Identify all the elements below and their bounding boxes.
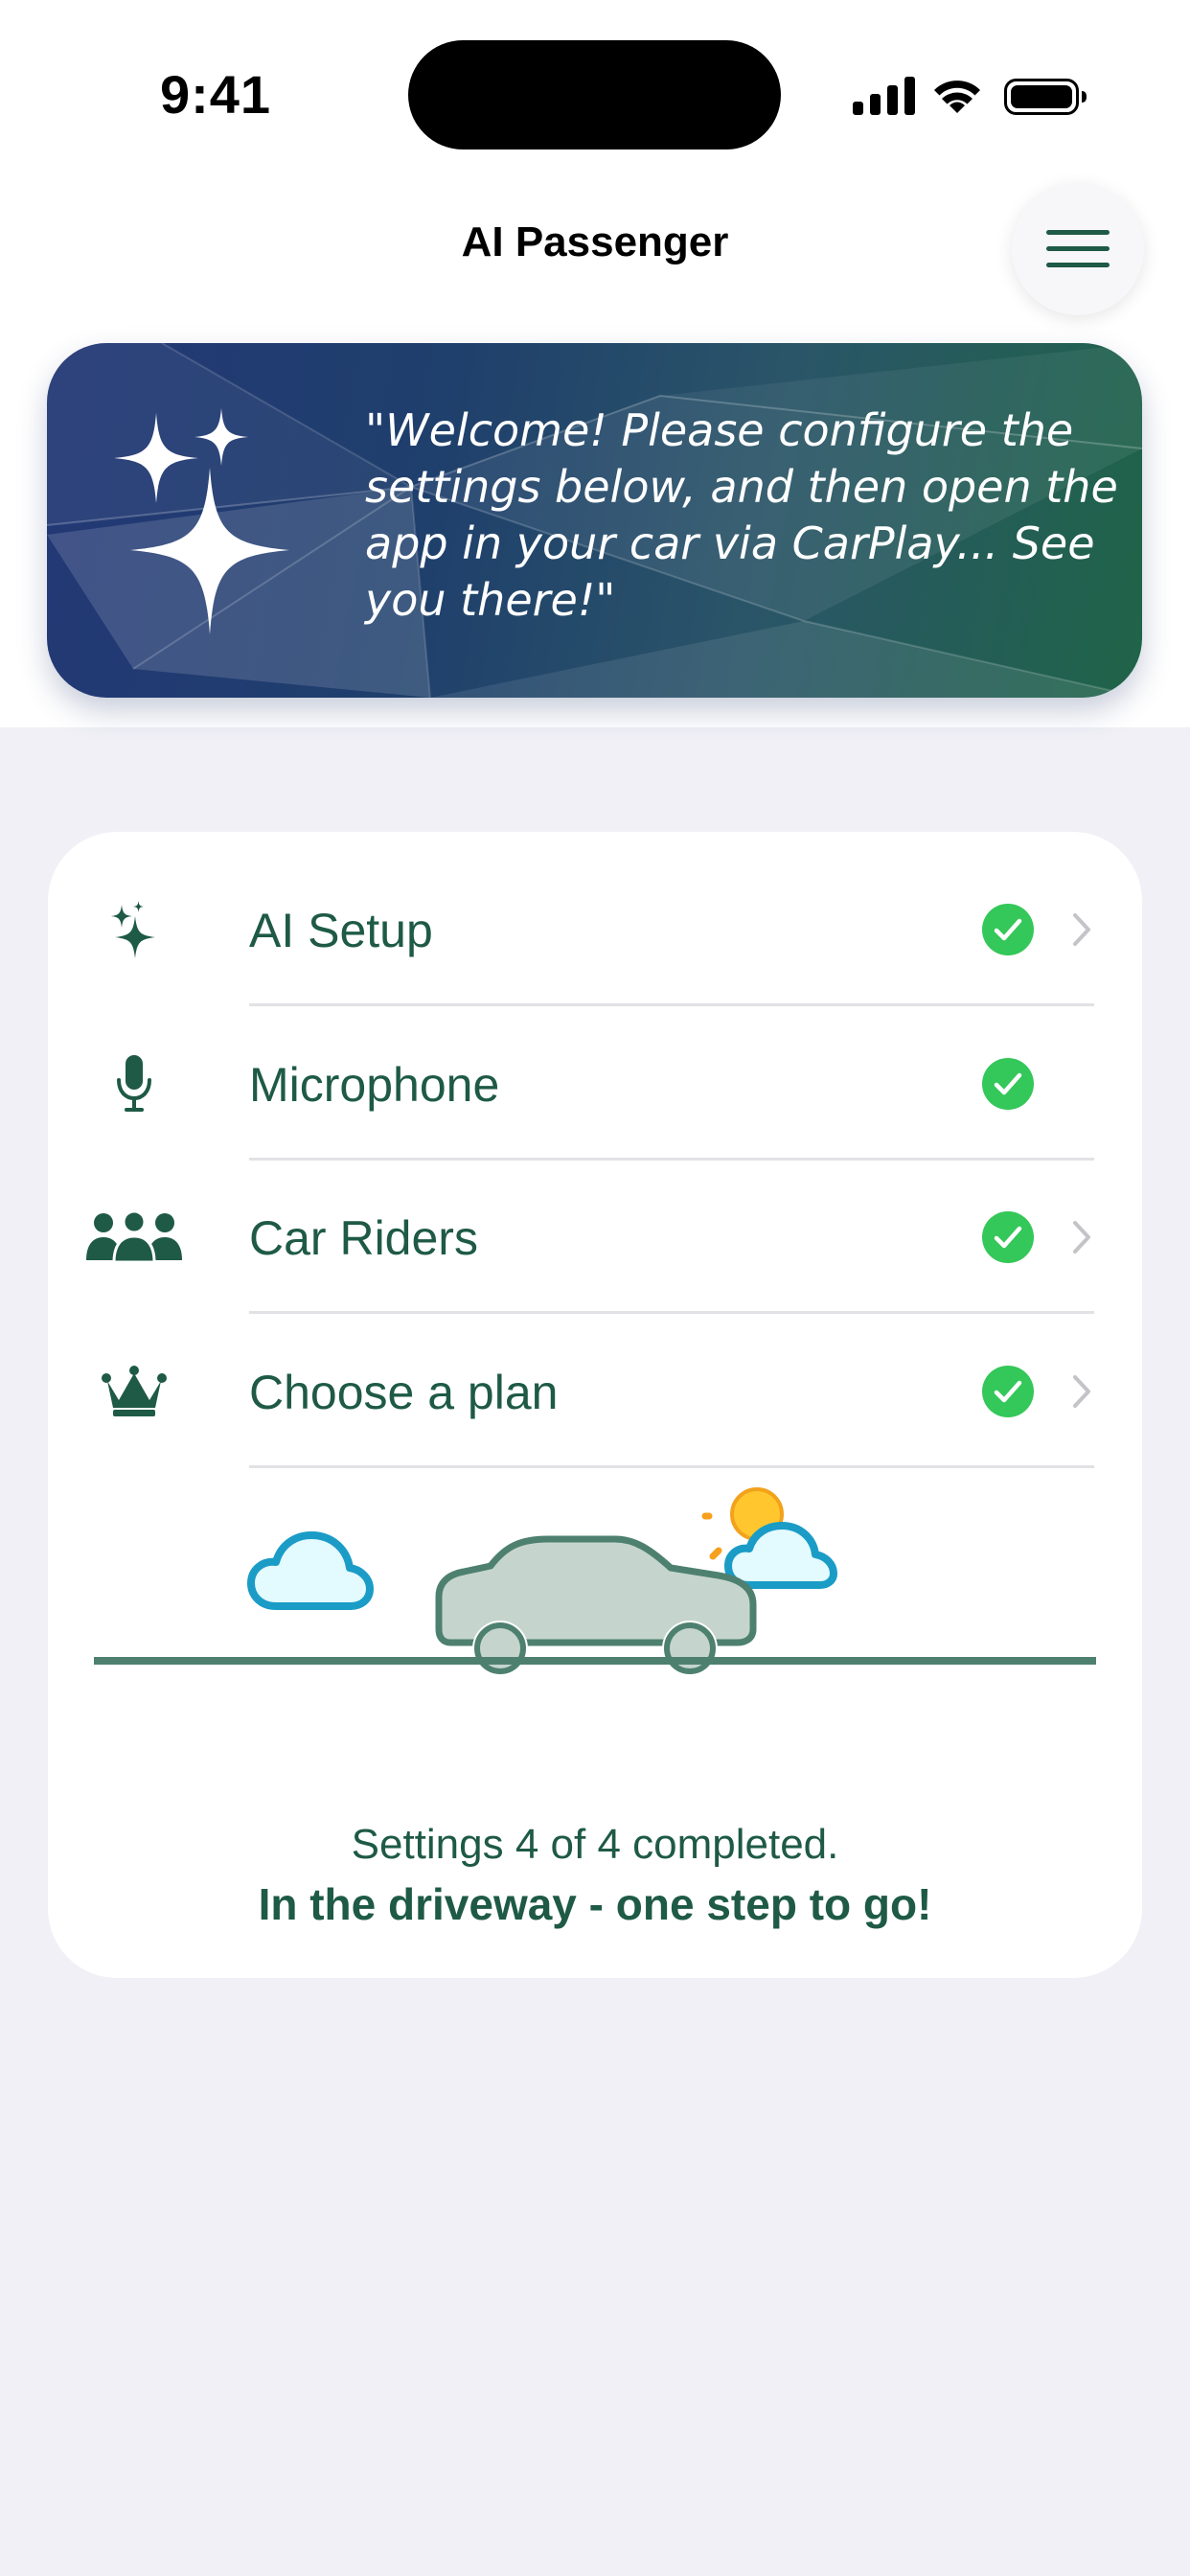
setting-label: Choose a plan	[249, 1366, 559, 1419]
ground-line	[94, 1657, 1096, 1665]
checkmark-circle-icon	[982, 1366, 1034, 1417]
people-icon	[84, 1199, 184, 1276]
wifi-icon	[934, 80, 980, 113]
welcome-message: "Welcome! Please configure the settings …	[365, 404, 1118, 626]
setting-row-microphone[interactable]: Microphone	[48, 1007, 1142, 1161]
progress-status: Settings 4 of 4 completed.	[351, 1821, 839, 1868]
sparkles-icon	[114, 408, 289, 634]
checkmark-circle-icon	[982, 1058, 1034, 1110]
dynamic-island	[408, 40, 781, 150]
driveway-illustration	[94, 1487, 1096, 1675]
chevron-right-icon	[1073, 1375, 1090, 1408]
status-time: 9:41	[159, 64, 272, 125]
welcome-banner: "Welcome! Please configure the settings …	[47, 343, 1142, 698]
cellular-signal-icon	[853, 77, 915, 115]
setting-label: AI Setup	[249, 904, 433, 957]
sparkles-icon	[84, 891, 184, 968]
cloud-icon	[247, 1531, 374, 1610]
checkmark-circle-icon	[982, 904, 1034, 955]
row-divider	[249, 1003, 1094, 1006]
status-icons	[851, 75, 1090, 117]
settings-card: AI Setup Microphone Car Riders Choose a …	[48, 832, 1142, 1978]
setting-row-ai-setup[interactable]: AI Setup	[48, 853, 1142, 1006]
setting-row-car-riders[interactable]: Car Riders	[48, 1161, 1142, 1314]
setting-label: Microphone	[249, 1058, 500, 1112]
setting-row-choose-plan[interactable]: Choose a plan	[48, 1315, 1142, 1468]
car-icon	[435, 1535, 757, 1675]
microphone-icon	[84, 1046, 184, 1122]
chevron-right-icon	[1073, 1221, 1090, 1254]
menu-button[interactable]	[1012, 183, 1144, 315]
setting-label: Car Riders	[249, 1211, 478, 1265]
battery-icon	[1004, 79, 1087, 115]
progress-message: In the driveway - one step to go!	[258, 1879, 932, 1929]
hamburger-icon	[1046, 230, 1110, 267]
row-divider	[249, 1311, 1094, 1314]
chevron-right-icon	[1073, 913, 1090, 946]
checkmark-circle-icon	[982, 1211, 1034, 1263]
sun-behind-cloud-icon	[701, 1487, 837, 1589]
crown-icon	[84, 1353, 184, 1430]
row-divider	[249, 1465, 1094, 1468]
